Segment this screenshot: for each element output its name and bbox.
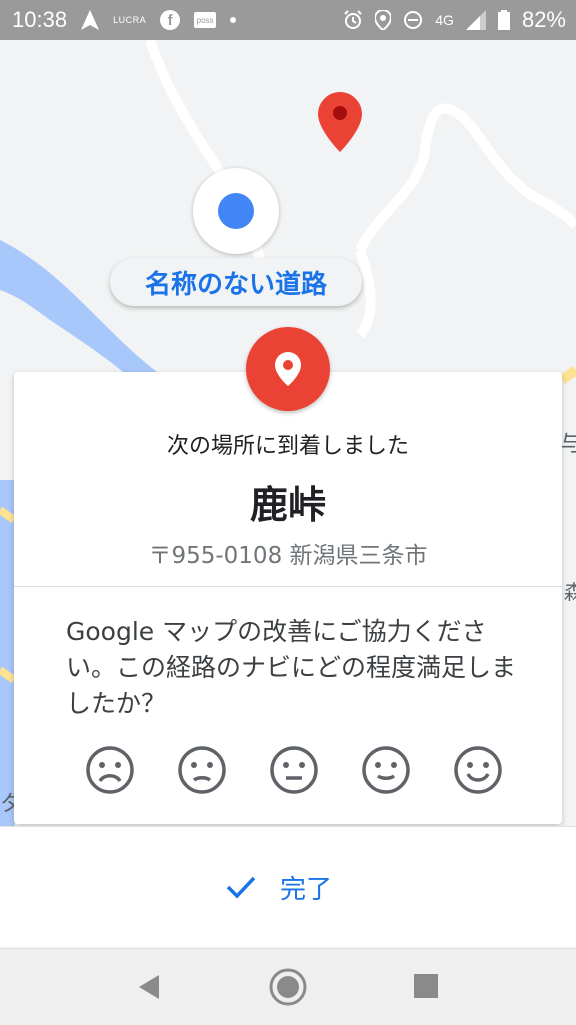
neutral-face-icon[interactable] <box>268 744 320 796</box>
place-pin-icon <box>246 327 330 411</box>
alarm-icon <box>343 10 363 30</box>
place-address: 〒955-0108 新潟県三条市 <box>148 543 428 569</box>
recents-icon[interactable] <box>413 973 439 999</box>
system-navigation-bar <box>0 948 576 1025</box>
status-bar: 10:38 LUCRA f poss 4G 82% <box>0 0 576 40</box>
road-label[interactable]: 名称のない道路 <box>110 258 362 306</box>
do-not-disturb-icon <box>403 10 423 30</box>
done-button-label: 完了 <box>280 874 333 905</box>
satisfied-face-icon[interactable] <box>360 744 412 796</box>
lucra-app-icon: LUCRA <box>113 15 147 25</box>
very-satisfied-face-icon[interactable] <box>452 744 504 796</box>
check-icon <box>226 876 256 899</box>
map-edge-label: 与 <box>560 432 576 457</box>
battery-icon <box>497 10 510 30</box>
network-type: 4G <box>435 12 454 28</box>
place-name: 鹿峠 <box>249 483 326 527</box>
current-location-dot-icon <box>218 193 254 229</box>
facebook-icon: f <box>160 10 181 30</box>
dissatisfied-face-icon[interactable] <box>176 744 228 796</box>
back-icon[interactable] <box>137 973 161 1001</box>
location-icon <box>375 10 392 30</box>
survey-prompt: Google マップの改善にご協力ください。この経路のナビにどの程度満足しました… <box>66 617 517 718</box>
signal-icon <box>465 10 486 30</box>
map-edge-label: 森 <box>564 580 576 604</box>
card-divider <box>14 586 562 587</box>
status-time: 10:38 <box>12 7 68 32</box>
notification-dot-icon <box>230 17 237 23</box>
home-icon[interactable] <box>268 967 308 1007</box>
poss-app-icon: poss <box>194 12 217 28</box>
navigation-arrow-icon <box>81 10 100 30</box>
arrival-heading: 次の場所に到着しました <box>166 434 409 459</box>
done-button[interactable]: 完了 <box>226 858 362 916</box>
very-dissatisfied-face-icon[interactable] <box>84 744 136 796</box>
battery-percent: 82% <box>521 7 566 32</box>
rating-row <box>84 744 504 796</box>
destination-marker-icon[interactable] <box>318 92 362 152</box>
